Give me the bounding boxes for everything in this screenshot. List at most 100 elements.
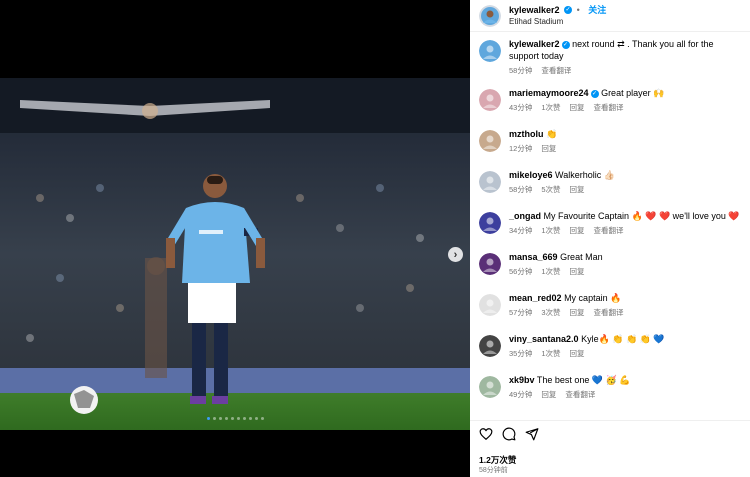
comment-row: mztholu 👏 12分钟 回复 <box>470 128 750 169</box>
share-icon[interactable] <box>525 427 539 441</box>
comment-body: _ongad My Favourite Captain 🔥 ❤️ ❤️ we'l… <box>509 210 741 251</box>
comment-meta: 43分钟 1次赞 回复 查看翻译 <box>509 103 741 113</box>
comment-text: mariemaymoore24 ✓ Great player 🙌 <box>509 87 741 99</box>
commenter-avatar[interactable] <box>479 40 501 62</box>
comment-row: mean_red02 My captain 🔥 57分钟 3次赞 回复 查看翻译 <box>470 292 750 333</box>
commenter-username[interactable]: mean_red02 <box>509 293 562 303</box>
comment-meta: 58分钟 5次赞 回复 <box>509 185 741 195</box>
comment-text: xk9bv The best one 💙 🥳 💪 <box>509 374 741 386</box>
reply-button[interactable]: 回复 <box>570 185 585 194</box>
verified-badge-icon: ✓ <box>561 40 570 49</box>
dot-separator: • <box>576 4 580 15</box>
comment-like-count[interactable]: 1次赞 <box>541 267 560 276</box>
commenter-username[interactable]: kylewalker2 <box>509 39 560 49</box>
comment-like-count[interactable]: 1次赞 <box>541 349 560 358</box>
commenter-username[interactable]: mariemaymoore24 <box>509 88 589 98</box>
comment-meta: 49分钟 回复 查看翻译 <box>509 390 741 400</box>
comment-time: 57分钟 <box>509 308 533 317</box>
commenter-avatar[interactable] <box>479 376 501 398</box>
comment-text: mansa_669 Great Man <box>509 251 741 263</box>
commenter-username[interactable]: mztholu <box>509 129 544 139</box>
verified-badge-icon: ✓ <box>590 89 599 98</box>
comment-row: mansa_669 Great Man 56分钟 1次赞 回复 <box>470 251 750 292</box>
comment-body: viny_santana2.0 Kyle🔥 👏 👏 👏 💙 35分钟 1次赞 回复 <box>509 333 741 374</box>
post-location[interactable]: Etihad Stadium <box>509 16 606 27</box>
comment-time: 58分钟 <box>509 66 533 75</box>
commenter-avatar[interactable] <box>479 294 501 316</box>
reply-button[interactable]: 回复 <box>570 349 585 358</box>
comment-text: mean_red02 My captain 🔥 <box>509 292 741 304</box>
divider <box>470 420 750 421</box>
follow-button[interactable]: 关注 <box>588 5 606 15</box>
carousel-dot <box>260 417 264 420</box>
reply-button[interactable]: 回复 <box>541 144 556 153</box>
comment-text: mikeloye6 Walkerholic 👍🏻 <box>509 169 741 181</box>
comment-body: xk9bv The best one 💙 🥳 💪 49分钟 回复 查看翻译 <box>509 374 741 415</box>
comment-row: _ongad My Favourite Captain 🔥 ❤️ ❤️ we'l… <box>470 210 750 251</box>
comment-body: kylewalker2 ✓ next round ⇄ . Thank you al… <box>509 38 741 87</box>
commenter-avatar[interactable] <box>479 130 501 152</box>
reply-button[interactable]: 回复 <box>570 267 585 276</box>
comment-text: kylewalker2 ✓ next round ⇄ . Thank you al… <box>509 38 741 62</box>
translate-button[interactable]: 查看翻译 <box>594 103 624 112</box>
comment-content: Great Man <box>560 252 603 262</box>
comment-row: xk9bv The best one 💙 🥳 💪 49分钟 回复 查看翻译 <box>470 374 750 415</box>
comment-icon[interactable] <box>502 427 516 441</box>
comment-content: My Favourite Captain 🔥 ❤️ ❤️ we'll love … <box>543 211 740 221</box>
comment-meta: 12分钟 回复 <box>509 144 741 154</box>
comment-content: Great player 🙌 <box>601 88 665 98</box>
comment-content: The best one 💙 🥳 💪 <box>536 375 631 385</box>
post-header: kylewalker2 ✓ • 关注 Etihad Stadium <box>470 0 750 32</box>
comment-like-count[interactable]: 1次赞 <box>541 226 560 235</box>
translate-button[interactable]: 查看翻译 <box>541 66 571 75</box>
carousel-indicator <box>0 417 470 420</box>
author-avatar[interactable] <box>479 4 501 27</box>
carousel-dot <box>236 417 240 420</box>
translate-button[interactable]: 查看翻译 <box>594 226 624 235</box>
commenter-username[interactable]: _ongad <box>509 211 541 221</box>
carousel-next-button[interactable]: › <box>448 247 463 262</box>
post-side-panel: kylewalker2 ✓ • 关注 Etihad Stadium kylewa… <box>470 0 750 477</box>
comment-content: My captain 🔥 <box>564 293 622 303</box>
commenter-avatar[interactable] <box>479 212 501 234</box>
comment-row: mikeloye6 Walkerholic 👍🏻 58分钟 5次赞 回复 <box>470 169 750 210</box>
reply-button[interactable]: 回复 <box>570 308 585 317</box>
translate-button[interactable]: 查看翻译 <box>565 390 595 399</box>
comment-text: viny_santana2.0 Kyle🔥 👏 👏 👏 💙 <box>509 333 741 345</box>
comment-time: 34分钟 <box>509 226 533 235</box>
commenter-username[interactable]: mikeloye6 <box>509 170 553 180</box>
carousel-dot <box>206 417 210 420</box>
carousel-dot <box>248 417 252 420</box>
comment-row: kylewalker2 ✓ next round ⇄ . Thank you al… <box>470 38 750 87</box>
comment-body: mztholu 👏 12分钟 回复 <box>509 128 741 169</box>
post-photo <box>0 78 470 430</box>
comment-content: Kyle🔥 👏 👏 👏 💙 <box>581 334 665 344</box>
comment-meta: 58分钟 查看翻译 <box>509 66 741 76</box>
carousel-dot <box>230 417 234 420</box>
heart-icon[interactable] <box>479 427 493 441</box>
commenter-username[interactable]: xk9bv <box>509 375 535 385</box>
comment-like-count[interactable]: 1次赞 <box>541 103 560 112</box>
commenter-avatar[interactable] <box>479 253 501 275</box>
comment-time: 49分钟 <box>509 390 533 399</box>
reply-button[interactable]: 回复 <box>570 226 585 235</box>
reply-button[interactable]: 回复 <box>570 103 585 112</box>
comment-body: mikeloye6 Walkerholic 👍🏻 58分钟 5次赞 回复 <box>509 169 741 210</box>
commenter-avatar[interactable] <box>479 171 501 193</box>
comment-content: 👏 <box>546 129 558 139</box>
comment-like-count[interactable]: 5次赞 <box>541 185 560 194</box>
reply-button[interactable]: 回复 <box>541 390 556 399</box>
author-username[interactable]: kylewalker2 <box>509 5 560 15</box>
post-time: 58分钟前 <box>479 467 508 474</box>
commenter-avatar[interactable] <box>479 335 501 357</box>
comment-like-count[interactable]: 3次赞 <box>541 308 560 317</box>
comment-time: 35分钟 <box>509 349 533 358</box>
translate-button[interactable]: 查看翻译 <box>594 308 624 317</box>
comment-list: kylewalker2 ✓ next round ⇄ . Thank you al… <box>470 38 750 415</box>
commenter-username[interactable]: mansa_669 <box>509 252 558 262</box>
commenter-avatar[interactable] <box>479 89 501 111</box>
comment-body: mariemaymoore24 ✓ Great player 🙌 43分钟 1次赞 回复… <box>509 87 741 128</box>
comment-time: 56分钟 <box>509 267 533 276</box>
carousel-dot <box>254 417 258 420</box>
commenter-username[interactable]: viny_santana2.0 <box>509 334 579 344</box>
